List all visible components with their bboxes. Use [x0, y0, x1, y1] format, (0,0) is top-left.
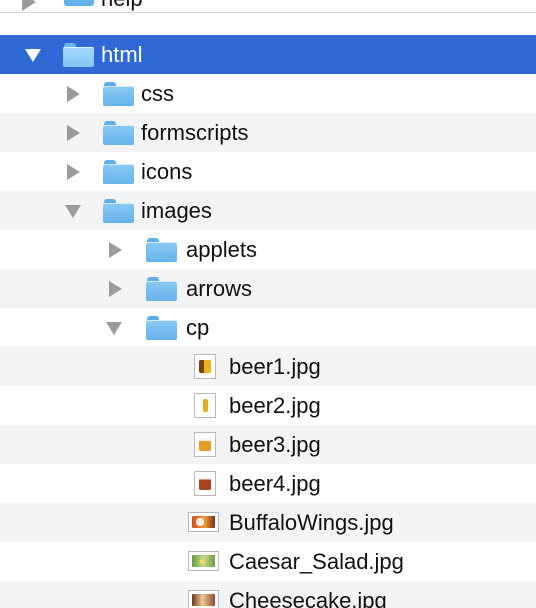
tree-row-beer3-jpg[interactable]: beer3.jpg [0, 425, 536, 464]
folder-icon [64, 0, 94, 6]
tree-row-arrows[interactable]: arrows [0, 269, 536, 308]
image-file-icon [194, 354, 216, 379]
tree-row-label: BuffaloWings.jpg [229, 510, 394, 535]
tree-row-formscripts[interactable]: formscripts [0, 113, 536, 152]
image-file-icon [188, 551, 219, 571]
finder-column-view: help html css formscripts icons images a… [0, 0, 536, 608]
tree-row-beer4-jpg[interactable]: beer4.jpg [0, 464, 536, 503]
tree-row-beer1-jpg[interactable]: beer1.jpg [0, 347, 536, 386]
folder-icon [146, 316, 177, 340]
tree-row-label: applets [186, 237, 257, 262]
disclosure-expanded-icon[interactable] [104, 308, 124, 347]
tree-row-label: help [101, 0, 143, 12]
tree-row-label: beer2.jpg [229, 393, 321, 418]
disclosure-collapsed-icon[interactable] [105, 230, 125, 269]
tree-row-html[interactable]: html [0, 35, 536, 74]
tree-row-label: beer4.jpg [229, 471, 321, 496]
tree-row-label: html [101, 42, 143, 67]
tree-row-cp[interactable]: cp [0, 308, 536, 347]
tree-row-css[interactable]: css [0, 74, 536, 113]
tree-row-label: cp [186, 315, 210, 340]
tree-row-beer2-jpg[interactable]: beer2.jpg [0, 386, 536, 425]
folder-icon [103, 121, 134, 145]
folder-icon [63, 43, 94, 67]
folder-icon [146, 238, 177, 262]
image-file-icon [194, 432, 216, 457]
row-divider [0, 12, 536, 13]
tree-row-label: beer1.jpg [229, 354, 321, 379]
tree-row-applets[interactable]: applets [0, 230, 536, 269]
tree-row-label: Caesar_Salad.jpg [229, 549, 404, 574]
tree-row-label: beer3.jpg [229, 432, 321, 457]
disclosure-expanded-icon[interactable] [23, 35, 43, 74]
tree-row-cheesecake-jpg[interactable]: Cheesecake.jpg [0, 581, 536, 608]
image-file-icon [188, 590, 219, 608]
folder-icon [146, 277, 177, 301]
tree-row-buffalowings-jpg[interactable]: BuffaloWings.jpg [0, 503, 536, 542]
image-file-icon [188, 512, 219, 532]
folder-icon [103, 160, 134, 184]
image-file-icon [194, 471, 216, 496]
tree-row-icons[interactable]: icons [0, 152, 536, 191]
tree-row-label: arrows [186, 276, 253, 301]
tree-row-label: Cheesecake.jpg [229, 588, 387, 608]
disclosure-collapsed-icon[interactable] [63, 74, 83, 113]
tree-row-images[interactable]: images [0, 191, 536, 230]
disclosure-collapsed-icon[interactable] [105, 269, 125, 308]
disclosure-collapsed-icon[interactable] [22, 0, 36, 11]
folder-icon [103, 82, 134, 106]
tree-row-label: formscripts [141, 120, 249, 145]
folder-icon [103, 199, 134, 223]
disclosure-collapsed-icon[interactable] [63, 152, 83, 191]
tree-row-label: icons [141, 159, 193, 184]
tree-row-help-partial[interactable]: help [0, 0, 536, 12]
image-file-icon [194, 393, 216, 418]
tree-row-label: css [141, 81, 174, 106]
disclosure-expanded-icon[interactable] [63, 191, 83, 230]
tree-row-label: images [141, 198, 212, 223]
disclosure-collapsed-icon[interactable] [63, 113, 83, 152]
tree-row-caesar-salad-jpg[interactable]: Caesar_Salad.jpg [0, 542, 536, 581]
